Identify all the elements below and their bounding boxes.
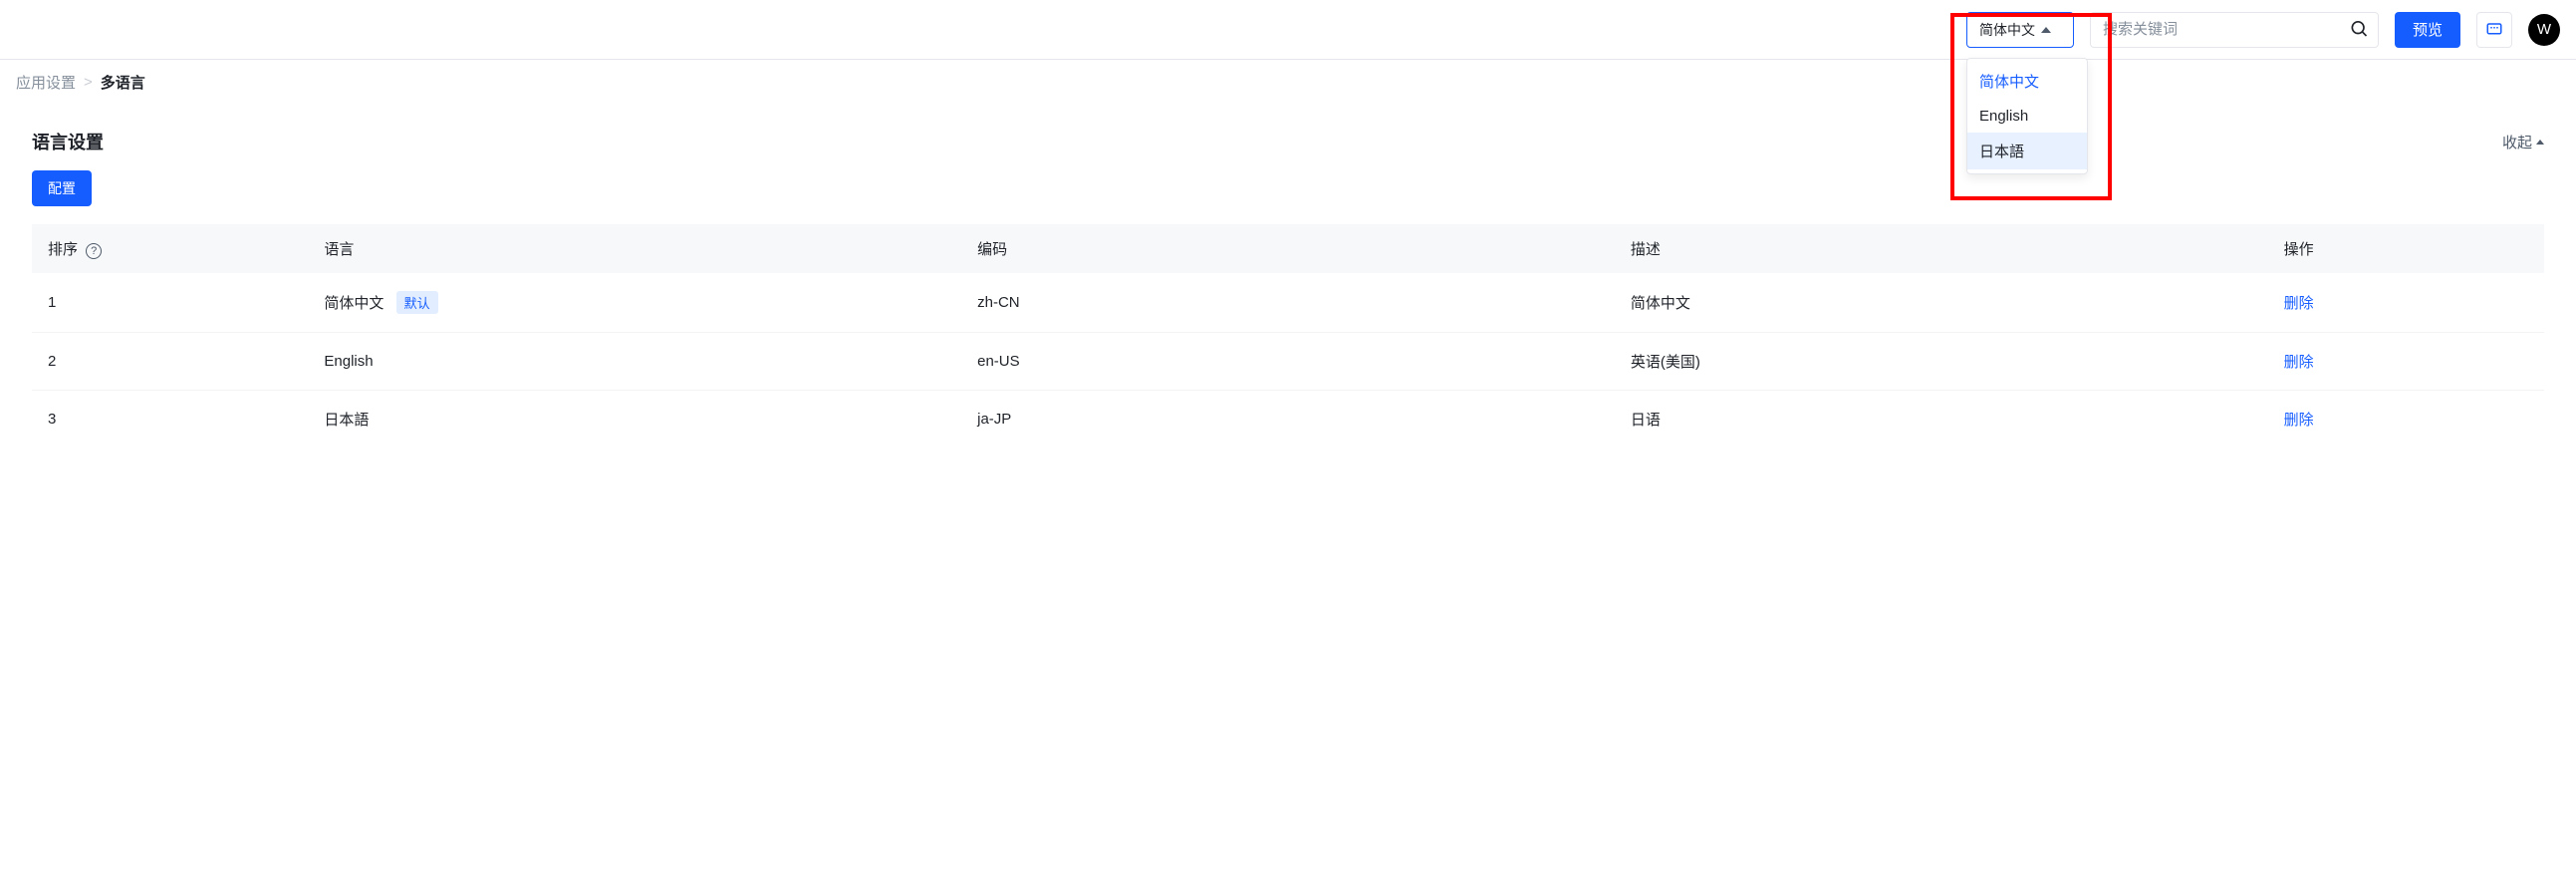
- cell-code: en-US: [961, 333, 1615, 391]
- section-header: 语言设置 收起: [32, 129, 2544, 154]
- search-input[interactable]: [2090, 12, 2379, 48]
- language-selector-label: 简体中文: [1979, 20, 2035, 40]
- chat-icon: [2485, 21, 2503, 39]
- table-row: 2 English en-US 英语(美国) 删除: [32, 333, 2544, 391]
- table-header-language: 语言: [308, 224, 961, 273]
- table-row: 3 日本語 ja-JP 日语 删除: [32, 391, 2544, 448]
- cell-order: 3: [32, 391, 308, 448]
- language-dropdown: 简体中文 English 日本語: [1966, 58, 2088, 174]
- help-icon[interactable]: ?: [86, 243, 102, 259]
- cell-language: English: [308, 333, 961, 391]
- cell-code: zh-CN: [961, 273, 1615, 333]
- cell-order: 2: [32, 333, 308, 391]
- preview-button[interactable]: 预览: [2395, 12, 2460, 48]
- breadcrumb-separator: >: [84, 74, 93, 91]
- delete-link[interactable]: 删除: [2284, 412, 2314, 429]
- cell-language: 日本語: [308, 391, 961, 448]
- language-option-en[interactable]: English: [1967, 100, 2087, 133]
- cell-description: 英语(美国): [1615, 333, 2268, 391]
- collapse-label: 收起: [2502, 132, 2532, 152]
- chevron-up-icon: [2041, 27, 2051, 33]
- cell-description: 日语: [1615, 391, 2268, 448]
- table-header-code: 编码: [961, 224, 1615, 273]
- cell-order: 1: [32, 273, 308, 333]
- section-title: 语言设置: [32, 129, 104, 154]
- language-option-ja[interactable]: 日本語: [1967, 133, 2087, 169]
- breadcrumb: 应用设置 > 多语言: [0, 60, 2576, 105]
- table-header-order: 排序 ?: [32, 224, 308, 273]
- table-header-action: 操作: [2268, 224, 2544, 273]
- default-tag: 默认: [396, 291, 438, 314]
- language-table: 排序 ? 语言 编码 描述 操作 1 简体中文 默认 zh-CN 简体中文 删除: [32, 224, 2544, 447]
- collapse-toggle[interactable]: 收起: [2502, 132, 2544, 152]
- delete-link[interactable]: 删除: [2284, 354, 2314, 371]
- top-bar: 简体中文 简体中文 English 日本語 预览 W: [0, 0, 2576, 60]
- language-option-zh[interactable]: 简体中文: [1967, 63, 2087, 100]
- breadcrumb-parent[interactable]: 应用设置: [16, 72, 76, 93]
- chevron-up-icon: [2536, 140, 2544, 145]
- chat-button[interactable]: [2476, 12, 2512, 48]
- delete-link[interactable]: 删除: [2284, 295, 2314, 312]
- breadcrumb-current: 多语言: [101, 72, 145, 93]
- table-header-description: 描述: [1615, 224, 2268, 273]
- language-selector[interactable]: 简体中文: [1966, 12, 2074, 48]
- cell-description: 简体中文: [1615, 273, 2268, 333]
- configure-button[interactable]: 配置: [32, 170, 92, 206]
- avatar[interactable]: W: [2528, 14, 2560, 46]
- cell-code: ja-JP: [961, 391, 1615, 448]
- cell-language: 简体中文 默认: [308, 273, 961, 333]
- language-settings-card: 语言设置 收起 配置 排序 ? 语言 编码 描述 操作 1 简体中文: [8, 105, 2568, 471]
- search-wrapper: [2090, 12, 2379, 48]
- table-row: 1 简体中文 默认 zh-CN 简体中文 删除: [32, 273, 2544, 333]
